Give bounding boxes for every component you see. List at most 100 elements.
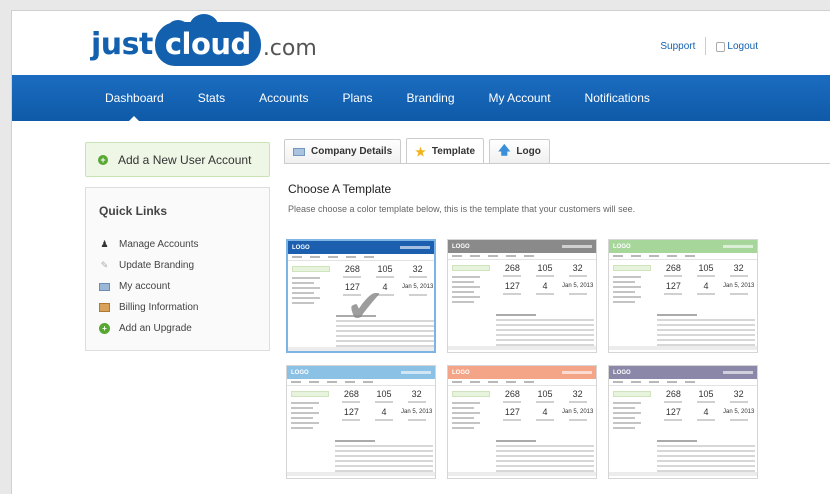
template-stat: 32 xyxy=(561,389,594,403)
quick-links-title: Quick Links xyxy=(99,204,168,218)
template-stat: 127 xyxy=(657,407,690,421)
quick-link-label: Billing Information xyxy=(119,302,199,313)
page-title: Choose A Template xyxy=(288,182,392,196)
template-grid: LOGO 268 105 32 127 4 Jan 5, 2013 ✔ LOGO 268 105 32… xyxy=(286,239,830,479)
template-header-links xyxy=(400,246,430,249)
support-link[interactable]: Support xyxy=(660,41,695,52)
template-stats: 268 105 32 127 4 Jan 5, 2013 xyxy=(496,263,594,295)
quick-link-label: My account xyxy=(119,281,171,292)
template-header-links xyxy=(723,245,753,248)
template-body: 268 105 32 127 4 Jan 5, 2013 xyxy=(448,386,596,476)
nav-plans[interactable]: Plans xyxy=(325,75,389,121)
template-option[interactable]: LOGO 268 105 32 127 4 Jan 5, 2013 ✔ xyxy=(286,239,436,353)
nav-my-account[interactable]: My Account xyxy=(472,75,568,121)
quick-link-billing-information[interactable]: Billing Information xyxy=(99,297,269,318)
nav-notifications[interactable]: Notifications xyxy=(568,75,667,121)
tab-label: Logo xyxy=(516,146,541,157)
template-option[interactable]: LOGO 268 105 32 127 4 Jan 5, 2013 xyxy=(447,239,597,353)
card-icon xyxy=(293,147,305,156)
template-option[interactable]: LOGO 268 105 32 127 4 Jan 5, 2013 xyxy=(286,365,436,479)
template-stat: 32 xyxy=(400,389,433,403)
template-stat: 4 xyxy=(529,281,562,295)
top-links: Support Logout xyxy=(660,37,758,55)
template-stat: 4 xyxy=(529,407,562,421)
template-option[interactable]: LOGO 268 105 32 127 4 Jan 5, 2013 xyxy=(608,365,758,479)
tab-company-details[interactable]: Company Details xyxy=(284,139,402,163)
logo-cloud-text: cloud xyxy=(164,27,251,61)
template-stat: 4 xyxy=(368,407,401,421)
add-user-label: Add a New User Account xyxy=(118,152,252,167)
logo-cloud: cloud xyxy=(154,14,261,66)
template-header-bar: LOGO xyxy=(288,241,434,254)
template-sidebar xyxy=(452,391,490,432)
template-stat: 105 xyxy=(529,389,562,403)
template-stat: Jan 5, 2013 xyxy=(722,407,755,421)
template-nav xyxy=(288,254,434,261)
user-icon: ♟ xyxy=(100,239,109,249)
nav-stats[interactable]: Stats xyxy=(181,75,242,121)
template-option[interactable]: LOGO 268 105 32 127 4 Jan 5, 2013 xyxy=(608,239,758,353)
template-table xyxy=(657,440,755,475)
template-logo-text: LOGO xyxy=(452,243,470,250)
template-stat: 32 xyxy=(722,389,755,403)
template-stats: 268 105 32 127 4 Jan 5, 2013 xyxy=(335,389,433,421)
template-stat: Jan 5, 2013 xyxy=(722,281,755,295)
template-logo-text: LOGO xyxy=(292,244,310,251)
template-header-bar: LOGO xyxy=(448,366,596,379)
template-stat: 268 xyxy=(336,264,369,278)
template-stat: 105 xyxy=(368,389,401,403)
template-sidebar xyxy=(613,265,651,306)
add-user-button[interactable]: + Add a New User Account xyxy=(85,142,270,177)
template-stat: 268 xyxy=(657,389,690,403)
quick-links-panel: Quick Links ♟ Manage Accounts ✎ Update B… xyxy=(85,187,270,351)
tab-logo[interactable]: 🡅 Logo xyxy=(489,139,550,163)
template-stat: 127 xyxy=(496,407,529,421)
quick-link-update-branding[interactable]: ✎ Update Branding xyxy=(99,255,269,276)
template-nav xyxy=(609,253,757,260)
template-stat: Jan 5, 2013 xyxy=(561,281,594,295)
quick-link-label: Manage Accounts xyxy=(119,239,199,250)
template-logo-text: LOGO xyxy=(291,369,309,376)
page-description: Please choose a color template below, th… xyxy=(288,204,636,214)
template-table xyxy=(335,440,433,475)
template-sidebar xyxy=(292,266,330,307)
logo-com: .com xyxy=(262,35,317,61)
template-stat: 268 xyxy=(496,263,529,277)
justcloud-logo[interactable]: just cloud .com xyxy=(91,14,317,66)
tab-template[interactable]: ★ Template xyxy=(406,138,485,164)
divider xyxy=(705,37,707,55)
quick-link-add-upgrade[interactable]: + Add an Upgrade xyxy=(99,318,269,339)
logout-link[interactable]: Logout xyxy=(727,41,758,52)
nav-branding[interactable]: Branding xyxy=(389,75,471,121)
template-logo-text: LOGO xyxy=(452,369,470,376)
template-table xyxy=(496,314,594,349)
settings-tabs: Company Details ★ Template 🡅 Logo xyxy=(284,138,555,164)
star-icon: ★ xyxy=(415,144,426,159)
quick-link-my-account[interactable]: My account xyxy=(99,276,269,297)
template-stats: 268 105 32 127 4 Jan 5, 2013 xyxy=(657,263,755,295)
template-nav xyxy=(287,379,435,386)
template-stat: 32 xyxy=(401,264,434,278)
checkmark-icon: ✔ xyxy=(346,279,385,333)
quick-link-manage-accounts[interactable]: ♟ Manage Accounts xyxy=(99,234,269,255)
template-stat: Jan 5, 2013 xyxy=(401,282,434,296)
nav-dashboard[interactable]: Dashboard xyxy=(88,75,181,122)
pencil-icon: ✎ xyxy=(100,260,109,270)
plus-circle-icon: + xyxy=(98,154,108,165)
template-table xyxy=(496,440,594,475)
template-logo-text: LOGO xyxy=(613,369,631,376)
template-header-links xyxy=(401,371,431,374)
template-header-links xyxy=(723,371,753,374)
template-stat: Jan 5, 2013 xyxy=(561,407,594,421)
template-option[interactable]: LOGO 268 105 32 127 4 Jan 5, 2013 xyxy=(447,365,597,479)
template-body: 268 105 32 127 4 Jan 5, 2013 xyxy=(287,386,435,476)
template-stat: 268 xyxy=(657,263,690,277)
nav-accounts[interactable]: Accounts xyxy=(242,75,325,121)
template-header-links xyxy=(562,245,592,248)
template-sidebar xyxy=(452,265,490,306)
template-body: 268 105 32 127 4 Jan 5, 2013 xyxy=(609,386,757,476)
template-body: 268 105 32 127 4 Jan 5, 2013 xyxy=(448,260,596,350)
template-stat: 4 xyxy=(690,281,723,295)
template-body: 268 105 32 127 4 Jan 5, 2013 xyxy=(609,260,757,350)
template-header-links xyxy=(562,371,592,374)
